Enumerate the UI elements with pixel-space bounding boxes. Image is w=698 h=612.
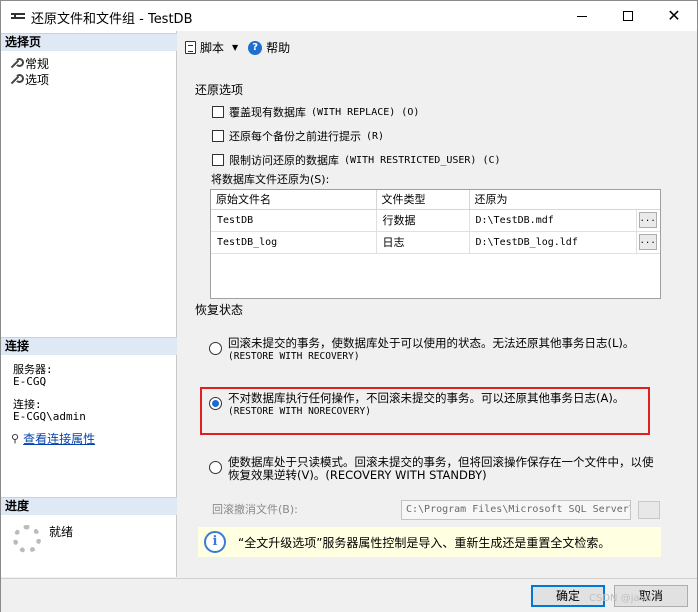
connection-value: E-CGQ\admin [13,410,86,423]
prompt-code: (R) [366,130,385,142]
info-icon: i [204,531,226,553]
select-page-header: 选择页 [1,33,177,51]
original-file-cell: TestDB [211,209,377,232]
window-title: 还原文件和文件组 - TestDB [31,12,193,27]
browse-button[interactable]: ... [638,234,657,250]
original-file-cell: TestDB_log [211,231,377,254]
standby-text-line2: 恢复效果逆转(V)。(RECOVERY WITH STANDBY) [228,468,487,482]
close-icon: ✕ [667,6,681,25]
column-header[interactable]: 还原为 [469,190,636,210]
minimize-icon [577,15,587,17]
info-bar: i “全文升级选项”服务器属性控制是导入、重新生成还是重置全文检索。 [198,527,661,557]
standby-option[interactable]: 使数据库处于只读模式。回滚未提交的事务，但将回滚操作保存在一个文件中，以使 恢复… [209,456,654,482]
overwrite-checkbox[interactable] [212,106,224,118]
norecovery-option[interactable]: 不对数据库执行任何操作，不回滚未提交的事务。可以还原其他事务日志(A)。 (RE… [209,392,624,418]
recovery-state-label: 恢复状态 [195,303,244,317]
overwrite-label: 覆盖现有数据库 [229,106,306,119]
file-type-cell: 行数据 [376,209,470,232]
overwrite-checkbox-row[interactable]: 覆盖现有数据库 (WITH REPLACE) (O) [212,104,419,120]
restrict-code: (WITH RESTRICTED_USER) (C) [344,154,501,166]
title-bar: 还原文件和文件组 - TestDB ✕ [1,1,697,31]
nav-item-label: 常规 [25,57,50,71]
table-row[interactable]: TestDB 行数据 D:\TestDB.mdf ... [211,209,660,232]
view-connection-link[interactable]: 查看连接属性 [23,430,95,447]
prompt-label: 还原每个备份之前进行提示 [229,130,361,143]
progress-spinner-icon [13,525,41,553]
minimize-button[interactable] [559,1,605,31]
info-text: “全文升级选项”服务器属性控制是导入、重新生成还是重置全文检索。 [238,535,611,550]
undo-file-label: 回滚撤消文件(B): [212,503,298,516]
restrict-checkbox-row[interactable]: 限制访问还原的数据库 (WITH RESTRICTED_USER) (C) [212,152,501,168]
wrench-icon [9,73,24,86]
view-connection-properties[interactable]: ⚲ 查看连接属性 [11,430,95,447]
column-header[interactable]: 文件类型 [376,190,470,210]
restore-files-as-label: 将数据库文件还原为(S): [211,173,330,186]
restore-as-cell[interactable]: D:\TestDB.mdf [469,209,637,232]
nav-item-label: 选项 [25,73,50,87]
norecovery-code: (RESTORE WITH NORECOVERY) [228,406,371,417]
restore-options-label: 还原选项 [195,83,244,97]
close-button[interactable]: ✕ [651,1,697,31]
recovery-code: (RESTORE WITH RECOVERY) [228,351,360,362]
left-pane: 选择页 常规 选项 连接 服务器: E-CGQ 连接: E-CGQ\admin … [1,31,177,577]
restore-as-cell[interactable]: D:\TestDB_log.ldf [469,231,637,254]
maximize-icon [623,11,633,21]
norecovery-radio[interactable] [209,397,222,410]
recovery-text: 回滚未提交的事务，使数据库处于可以使用的状态。无法还原其他事务日志(L)。 [228,336,635,350]
nav-item-options[interactable]: 选项 [9,71,49,88]
help-button[interactable]: 帮助 [266,39,290,56]
progress-header: 进度 [1,497,177,515]
app-icon [11,13,25,19]
standby-text: 使数据库处于只读模式。回滚未提交的事务，但将回滚操作保存在一个文件中，以使 [228,455,654,469]
standby-radio[interactable] [209,461,222,474]
restrict-checkbox[interactable] [212,154,224,166]
recovery-radio[interactable] [209,342,222,355]
overwrite-code: (WITH REPLACE) (O) [311,106,420,118]
recovery-option[interactable]: 回滚未提交的事务，使数据库处于可以使用的状态。无法还原其他事务日志(L)。 (R… [209,337,634,363]
prompt-checkbox-row[interactable]: 还原每个备份之前进行提示 (R) [212,128,384,144]
undo-file-input: C:\Program Files\Microsoft SQL Server\MS [401,500,631,520]
restore-files-grid: 原始文件名 文件类型 还原为 TestDB 行数据 D:\TestDB.mdf … [210,189,661,299]
toolbar: 脚本 ▼ ? 帮助 [185,39,290,56]
prompt-checkbox[interactable] [212,130,224,142]
chevron-down-icon[interactable]: ▼ [232,43,238,52]
help-icon: ? [248,40,263,55]
norecovery-text: 不对数据库执行任何操作，不回滚未提交的事务。可以还原其他事务日志(A)。 [228,391,625,405]
connection-icon: ⚲ [11,432,20,445]
watermark: CSDN @java [589,593,652,604]
table-row[interactable]: TestDB_log 日志 D:\TestDB_log.ldf ... [211,231,660,254]
progress-status: 就绪 [49,525,74,539]
script-icon [185,41,196,54]
maximize-button[interactable] [605,1,651,31]
connection-header: 连接 [1,337,177,355]
nav-item-general[interactable]: 常规 [9,55,49,72]
grid-header-row: 原始文件名 文件类型 还原为 [211,190,660,210]
column-header[interactable]: 原始文件名 [211,190,377,210]
file-type-cell: 日志 [376,231,470,254]
browse-button[interactable]: ... [638,212,657,228]
restore-dialog: 还原文件和文件组 - TestDB ✕ 选择页 常规 选项 连接 服务器: E-… [0,0,698,612]
server-value: E-CGQ [13,375,47,388]
wrench-icon [9,57,24,70]
restrict-label: 限制访问还原的数据库 [229,154,339,167]
script-button[interactable]: 脚本 [200,39,224,56]
undo-file-browse-button [638,501,660,519]
